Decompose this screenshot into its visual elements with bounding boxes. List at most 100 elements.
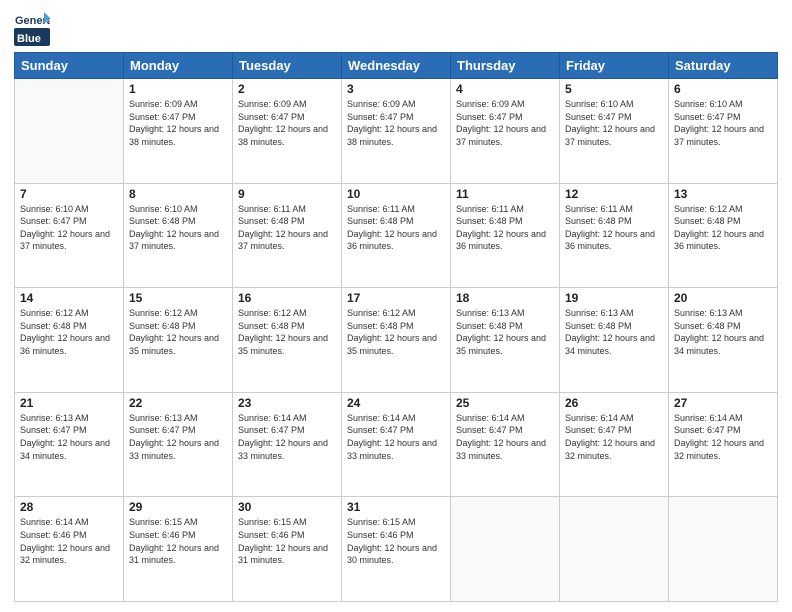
sunrise-text: Sunrise: 6:14 AM — [20, 516, 118, 529]
page: Blue General Sunday Monday Tuesday Wedne… — [0, 0, 792, 612]
day-number: 30 — [238, 500, 336, 514]
calendar-week-row: 1Sunrise: 6:09 AMSunset: 6:47 PMDaylight… — [15, 79, 778, 184]
day-info: Sunrise: 6:10 AMSunset: 6:47 PMDaylight:… — [565, 98, 663, 148]
day-info: Sunrise: 6:14 AMSunset: 6:46 PMDaylight:… — [20, 516, 118, 566]
sunset-text: Sunset: 6:47 PM — [238, 424, 336, 437]
header-sunday: Sunday — [15, 53, 124, 79]
day-number: 12 — [565, 187, 663, 201]
sunrise-text: Sunrise: 6:09 AM — [238, 98, 336, 111]
calendar-week-row: 28Sunrise: 6:14 AMSunset: 6:46 PMDayligh… — [15, 497, 778, 602]
sunset-text: Sunset: 6:46 PM — [129, 529, 227, 542]
calendar-cell: 13 Sunrise: 6:12 AMSunset: 6:48 PMDayligh… — [669, 183, 778, 288]
day-info: Sunrise: 6:09 AMSunset: 6:47 PMDaylight:… — [347, 98, 445, 148]
calendar-cell: 16Sunrise: 6:12 AMSunset: 6:48 PMDayligh… — [233, 288, 342, 393]
day-number: 11 — [456, 187, 554, 201]
day-info: Sunrise: 6:11 AMSunset: 6:48 PMDaylight:… — [347, 203, 445, 253]
calendar-cell: 20 Sunrise: 6:13 AMSunset: 6:48 PMDayligh… — [669, 288, 778, 393]
calendar-table: Sunday Monday Tuesday Wednesday Thursday… — [14, 52, 778, 602]
sunset-text: Sunset: 6:47 PM — [238, 111, 336, 124]
calendar-cell: 31Sunrise: 6:15 AMSunset: 6:46 PMDayligh… — [342, 497, 451, 602]
sunrise-text: Sunrise: 6:12 AM — [238, 307, 336, 320]
day-info: Sunrise: 6:14 AMSunset: 6:47 PMDaylight:… — [238, 412, 336, 462]
sunrise-text: Sunrise: 6:11 AM — [456, 203, 554, 216]
sunset-text: Sunset: 6:48 PM — [20, 320, 118, 333]
day-info: Sunrise: 6:10 AMSunset: 6:47 PMDaylight:… — [674, 98, 772, 148]
day-number: 4 — [456, 82, 554, 96]
day-number: 7 — [20, 187, 118, 201]
calendar-cell: 28Sunrise: 6:14 AMSunset: 6:46 PMDayligh… — [15, 497, 124, 602]
sunrise-text: Sunrise: 6:10 AM — [20, 203, 118, 216]
daylight-line1: Daylight: 12 hours and 31 minutes. — [129, 542, 227, 567]
day-number: 27 — [674, 396, 772, 410]
daylight-line1: Daylight: 12 hours and 37 minutes. — [238, 228, 336, 253]
sunrise-text: Sunrise: 6:12 AM — [674, 203, 772, 216]
sunset-text: Sunset: 6:46 PM — [238, 529, 336, 542]
calendar-cell: 8Sunrise: 6:10 AMSunset: 6:48 PMDaylight… — [124, 183, 233, 288]
calendar-cell: 7Sunrise: 6:10 AMSunset: 6:47 PMDaylight… — [15, 183, 124, 288]
sunset-text: Sunset: 6:47 PM — [129, 424, 227, 437]
daylight-line1: Daylight: 12 hours and 38 minutes. — [347, 123, 445, 148]
calendar-cell: 26 Sunrise: 6:14 AMSunset: 6:47 PMDayligh… — [560, 392, 669, 497]
sunset-text: Sunset: 6:48 PM — [565, 215, 663, 228]
calendar-cell: 15Sunrise: 6:12 AMSunset: 6:48 PMDayligh… — [124, 288, 233, 393]
daylight-line1: Daylight: 12 hours and 36 minutes. — [565, 228, 663, 253]
calendar-cell: 25Sunrise: 6:14 AMSunset: 6:47 PMDayligh… — [451, 392, 560, 497]
calendar-cell — [15, 79, 124, 184]
day-info: Sunrise: 6:13 AMSunset: 6:48 PMDaylight:… — [674, 307, 772, 357]
daylight-line1: Daylight: 12 hours and 33 minutes. — [238, 437, 336, 462]
day-number: 2 — [238, 82, 336, 96]
calendar-cell: 1Sunrise: 6:09 AMSunset: 6:47 PMDaylight… — [124, 79, 233, 184]
daylight-line1: Daylight: 12 hours and 36 minutes. — [347, 228, 445, 253]
header-thursday: Thursday — [451, 53, 560, 79]
day-number: 25 — [456, 396, 554, 410]
day-info: Sunrise: 6:14 AMSunset: 6:47 PMDaylight:… — [565, 412, 663, 462]
sunrise-text: Sunrise: 6:10 AM — [129, 203, 227, 216]
daylight-line1: Daylight: 12 hours and 37 minutes. — [20, 228, 118, 253]
sunset-text: Sunset: 6:47 PM — [20, 424, 118, 437]
header-tuesday: Tuesday — [233, 53, 342, 79]
sunset-text: Sunset: 6:48 PM — [238, 320, 336, 333]
calendar-cell: 12Sunrise: 6:11 AMSunset: 6:48 PMDayligh… — [560, 183, 669, 288]
day-info: Sunrise: 6:09 AMSunset: 6:47 PMDaylight:… — [238, 98, 336, 148]
calendar-header-row: Sunday Monday Tuesday Wednesday Thursday… — [15, 53, 778, 79]
calendar-cell: 18Sunrise: 6:13 AMSunset: 6:48 PMDayligh… — [451, 288, 560, 393]
calendar-cell: 27Sunrise: 6:14 AMSunset: 6:47 PMDayligh… — [669, 392, 778, 497]
sunset-text: Sunset: 6:48 PM — [456, 320, 554, 333]
calendar-cell: 9Sunrise: 6:11 AMSunset: 6:48 PMDaylight… — [233, 183, 342, 288]
header: Blue General — [14, 10, 778, 46]
sunrise-text: Sunrise: 6:12 AM — [129, 307, 227, 320]
daylight-line1: Daylight: 12 hours and 38 minutes. — [238, 123, 336, 148]
daylight-line1: Daylight: 12 hours and 37 minutes. — [674, 123, 772, 148]
calendar-cell: 5Sunrise: 6:10 AMSunset: 6:47 PMDaylight… — [560, 79, 669, 184]
sunrise-text: Sunrise: 6:09 AM — [129, 98, 227, 111]
daylight-line1: Daylight: 12 hours and 33 minutes. — [129, 437, 227, 462]
sunrise-text: Sunrise: 6:14 AM — [347, 412, 445, 425]
daylight-line1: Daylight: 12 hours and 34 minutes. — [565, 332, 663, 357]
sunrise-text: Sunrise: 6:12 AM — [20, 307, 118, 320]
sunset-text: Sunset: 6:47 PM — [674, 424, 772, 437]
day-number: 6 — [674, 82, 772, 96]
sunset-text: Sunset: 6:47 PM — [129, 111, 227, 124]
calendar-cell — [669, 497, 778, 602]
day-number: 26 — [565, 396, 663, 410]
daylight-line1: Daylight: 12 hours and 36 minutes. — [20, 332, 118, 357]
calendar-cell: 23Sunrise: 6:14 AMSunset: 6:47 PMDayligh… — [233, 392, 342, 497]
sunrise-text: Sunrise: 6:14 AM — [456, 412, 554, 425]
sunrise-text: Sunrise: 6:15 AM — [347, 516, 445, 529]
sunrise-text: Sunrise: 6:11 AM — [238, 203, 336, 216]
daylight-line1: Daylight: 12 hours and 38 minutes. — [129, 123, 227, 148]
day-info: Sunrise: 6:11 AMSunset: 6:48 PMDaylight:… — [456, 203, 554, 253]
day-info: Sunrise: 6:12 AMSunset: 6:48 PMDaylight:… — [674, 203, 772, 253]
daylight-line1: Daylight: 12 hours and 34 minutes. — [674, 332, 772, 357]
daylight-line1: Daylight: 12 hours and 32 minutes. — [20, 542, 118, 567]
sunset-text: Sunset: 6:48 PM — [347, 320, 445, 333]
sunrise-text: Sunrise: 6:14 AM — [674, 412, 772, 425]
day-number: 24 — [347, 396, 445, 410]
day-info: Sunrise: 6:10 AMSunset: 6:48 PMDaylight:… — [129, 203, 227, 253]
day-number: 13 — [674, 187, 772, 201]
sunset-text: Sunset: 6:48 PM — [238, 215, 336, 228]
sunset-text: Sunset: 6:47 PM — [456, 111, 554, 124]
day-number: 20 — [674, 291, 772, 305]
calendar-week-row: 7Sunrise: 6:10 AMSunset: 6:47 PMDaylight… — [15, 183, 778, 288]
day-number: 21 — [20, 396, 118, 410]
